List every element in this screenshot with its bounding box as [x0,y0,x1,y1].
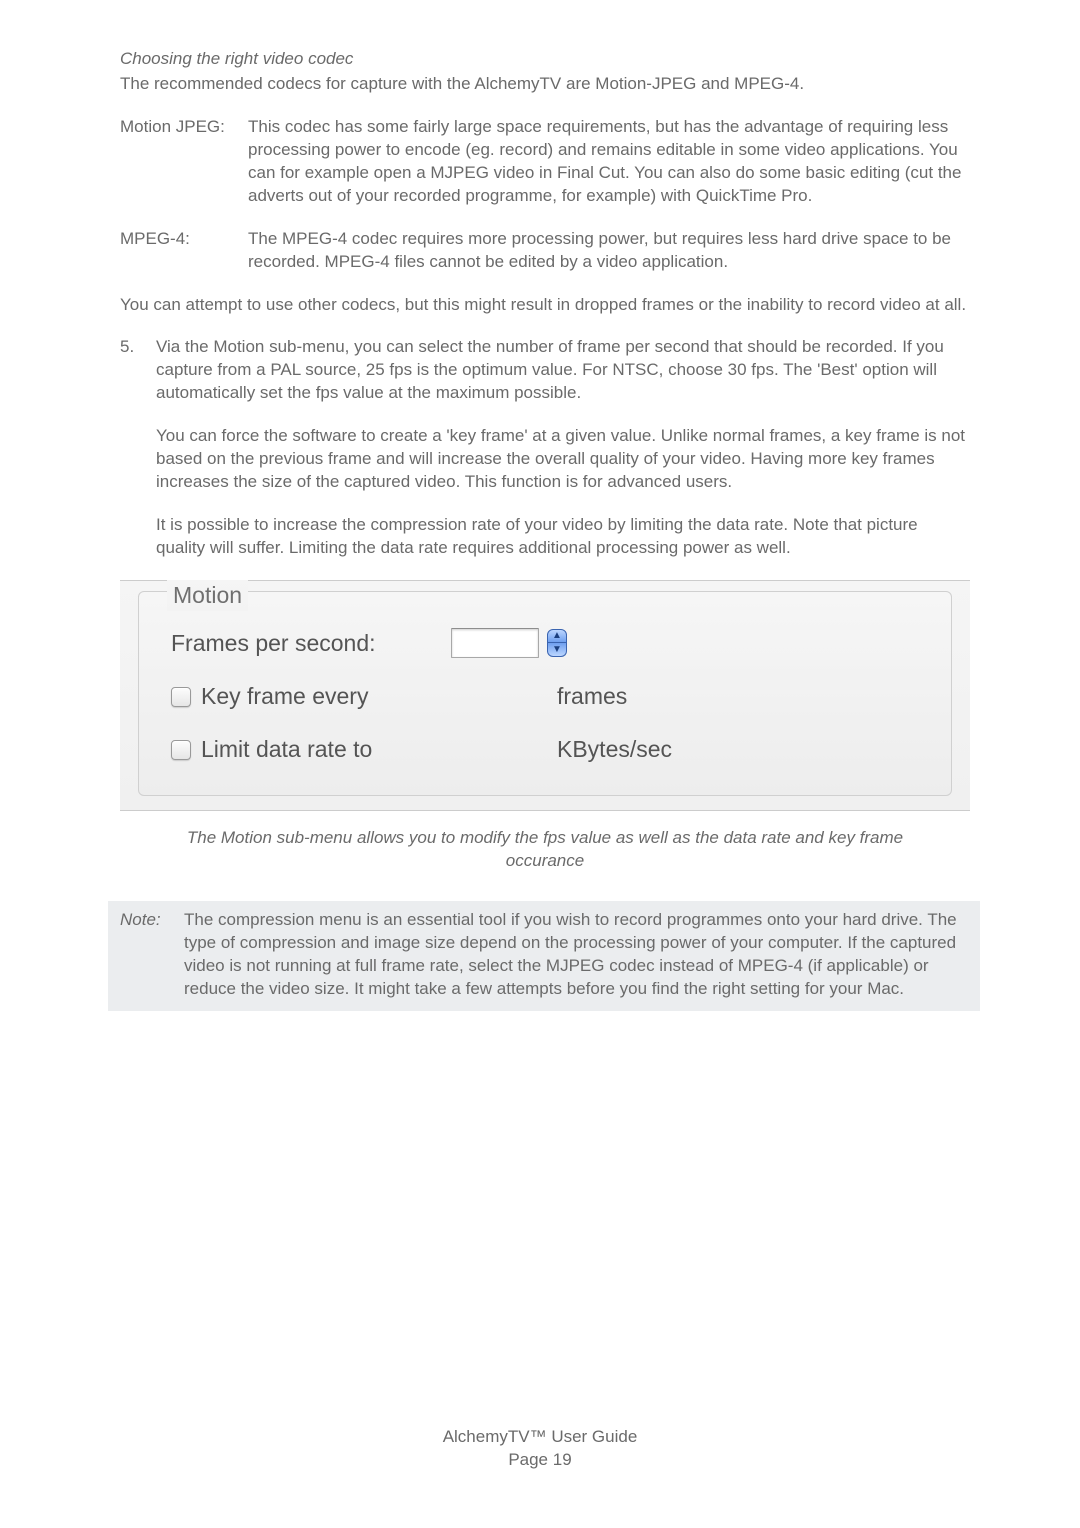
keyframe-checkbox[interactable] [171,687,191,707]
codec-mpeg4-label: MPEG-4: [120,228,248,274]
keyframe-label: Key frame every [201,681,368,712]
note-label: Note: [120,909,184,1001]
step-5-p3: It is possible to increase the compressi… [156,514,970,560]
codec-mpeg4-body: The MPEG-4 codec requires more processin… [248,228,970,274]
footer-page-label: Page [508,1450,552,1469]
footer-title: AlchemyTV™ User Guide [443,1427,638,1446]
limit-row: Limit data rate to KBytes/sec [171,734,923,765]
fps-input[interactable] [451,628,539,658]
codec-mjpeg-body: This codec has some fairly large space r… [248,116,970,208]
fps-row: Frames per second: ▲ ▼ [171,628,923,659]
note-box: Note: The compression menu is an essenti… [108,901,980,1011]
limit-unit: KBytes/sec [557,734,672,765]
codec-mjpeg-label: Motion JPEG: [120,116,248,208]
step-5-number: 5. [120,336,156,405]
limit-label: Limit data rate to [201,734,372,765]
figure-caption: The Motion sub-menu allows you to modify… [170,827,920,873]
motion-fieldset: Motion Frames per second: ▲ ▼ Key frame … [138,591,952,796]
page-footer: AlchemyTV™ User Guide Page 19 [0,1426,1080,1472]
step-5-p1: Via the Motion sub-menu, you can select … [156,336,970,405]
keyframe-row: Key frame every frames [171,681,923,712]
fps-stepper[interactable]: ▲ ▼ [547,629,567,657]
motion-panel: Motion Frames per second: ▲ ▼ Key frame … [120,580,970,811]
codec-mjpeg-row: Motion JPEG: This codec has some fairly … [120,116,970,208]
footer-page-number: 19 [553,1450,572,1469]
limit-checkbox[interactable] [171,740,191,760]
stepper-up-icon[interactable]: ▲ [547,629,567,643]
codec-warning: You can attempt to use other codecs, but… [120,294,970,317]
keyframe-unit: frames [557,681,627,712]
note-body: The compression menu is an essential too… [184,909,968,1001]
step-5-p2: You can force the software to create a '… [156,425,970,494]
intro-text: The recommended codecs for capture with … [120,73,970,96]
section-subheading: Choosing the right video codec [120,48,970,71]
motion-title: Motion [167,580,248,611]
stepper-down-icon[interactable]: ▼ [547,643,567,657]
fps-label: Frames per second: [171,628,376,659]
codec-mpeg4-row: MPEG-4: The MPEG-4 codec requires more p… [120,228,970,274]
step-5-row: 5. Via the Motion sub-menu, you can sele… [120,336,970,405]
